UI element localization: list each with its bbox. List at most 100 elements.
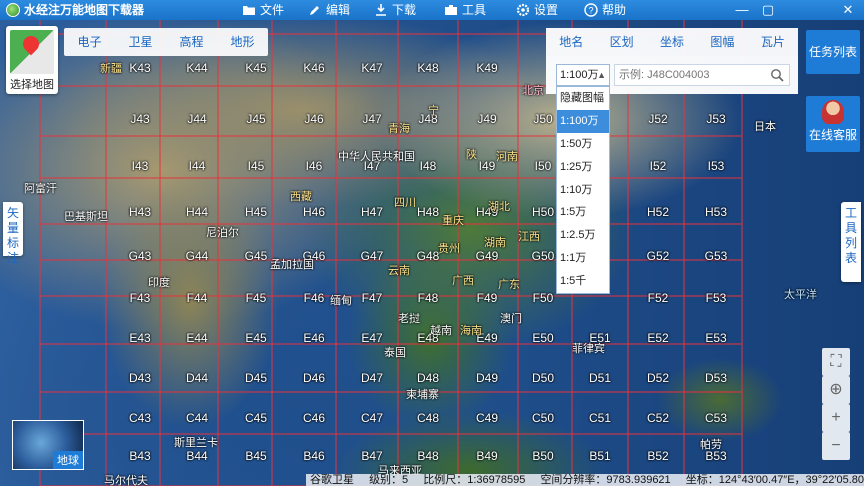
earth-view-button[interactable]: 地球 <box>12 420 84 470</box>
grid-cell-label[interactable]: G50 <box>532 249 555 263</box>
grid-cell-label[interactable]: C52 <box>647 411 669 425</box>
grid-cell-label[interactable]: J53 <box>706 112 725 126</box>
grid-cell-label[interactable]: K44 <box>186 61 207 75</box>
grid-cell-label[interactable]: B43 <box>129 449 150 463</box>
grid-cell-label[interactable]: J43 <box>130 112 149 126</box>
grid-cell-label[interactable]: C49 <box>476 411 498 425</box>
sheet-search-input[interactable] <box>615 65 765 85</box>
grid-cell-label[interactable]: D44 <box>186 371 208 385</box>
grid-cell-label[interactable]: I45 <box>248 159 265 173</box>
search-icon[interactable] <box>770 68 784 82</box>
grid-cell-label[interactable]: H53 <box>705 205 727 219</box>
grid-cell-label[interactable]: J44 <box>187 112 206 126</box>
scale-option-5k[interactable]: 1:5千 <box>557 270 609 293</box>
grid-cell-label[interactable]: D49 <box>476 371 498 385</box>
grid-cell-label[interactable]: B44 <box>186 449 207 463</box>
tab-tiles[interactable]: 瓦片 <box>748 28 798 56</box>
grid-cell-label[interactable]: B48 <box>417 449 438 463</box>
grid-cell-label[interactable]: C53 <box>705 411 727 425</box>
zoom-in-button[interactable]: + <box>822 404 850 432</box>
scale-option-50k[interactable]: 1:5万 <box>557 201 609 224</box>
scale-option-250k[interactable]: 1:25万 <box>557 156 609 179</box>
grid-cell-label[interactable]: C50 <box>532 411 554 425</box>
grid-cell-label[interactable]: C47 <box>361 411 383 425</box>
grid-cell-label[interactable]: I43 <box>132 159 149 173</box>
scale-option-hide[interactable]: 隐藏图幅 <box>557 87 609 110</box>
grid-cell-label[interactable]: H43 <box>129 205 151 219</box>
grid-cell-label[interactable]: E43 <box>129 331 150 345</box>
grid-cell-label[interactable]: J52 <box>648 112 667 126</box>
grid-cell-label[interactable]: B49 <box>476 449 497 463</box>
grid-cell-label[interactable]: I53 <box>708 159 725 173</box>
grid-cell-label[interactable]: E52 <box>647 331 668 345</box>
grid-cell-label[interactable]: F45 <box>246 291 267 305</box>
menu-edit[interactable]: 编辑 <box>308 0 350 20</box>
grid-cell-label[interactable]: K48 <box>417 61 438 75</box>
menu-tools[interactable]: 工具 <box>444 0 486 20</box>
grid-cell-label[interactable]: D46 <box>303 371 325 385</box>
grid-cell-label[interactable]: B46 <box>303 449 324 463</box>
grid-cell-label[interactable]: G53 <box>705 249 728 263</box>
maximize-button[interactable]: ▢ <box>756 0 780 20</box>
grid-cell-label[interactable]: F46 <box>304 291 325 305</box>
grid-cell-label[interactable]: J49 <box>477 112 496 126</box>
grid-cell-label[interactable]: C46 <box>303 411 325 425</box>
grid-cell-label[interactable]: E46 <box>303 331 324 345</box>
online-service-button[interactable]: 在线客服 <box>806 96 860 152</box>
tab-terrain[interactable]: 地形 <box>217 28 268 56</box>
grid-cell-label[interactable]: E47 <box>361 331 382 345</box>
vector-annotation-tab[interactable]: 矢量标注 <box>3 202 23 265</box>
locate-button[interactable]: ⊕ <box>822 376 850 404</box>
grid-cell-label[interactable]: G47 <box>361 249 384 263</box>
tab-division[interactable]: 区划 <box>596 28 646 56</box>
grid-cell-label[interactable]: C48 <box>417 411 439 425</box>
grid-cell-label[interactable]: I44 <box>189 159 206 173</box>
grid-cell-label[interactable]: B52 <box>647 449 668 463</box>
close-button[interactable]: ✕ <box>836 0 860 20</box>
grid-cell-label[interactable]: J47 <box>362 112 381 126</box>
grid-cell-label[interactable]: D52 <box>647 371 669 385</box>
grid-cell-label[interactable]: J45 <box>246 112 265 126</box>
grid-cell-label[interactable]: D43 <box>129 371 151 385</box>
grid-cell-label[interactable]: C44 <box>186 411 208 425</box>
grid-cell-label[interactable]: E45 <box>245 331 266 345</box>
grid-cell-label[interactable]: K49 <box>476 61 497 75</box>
grid-cell-label[interactable]: C45 <box>245 411 267 425</box>
grid-cell-label[interactable]: C51 <box>589 411 611 425</box>
grid-cell-label[interactable]: I49 <box>479 159 496 173</box>
grid-cell-label[interactable]: H48 <box>417 205 439 219</box>
tab-elevation[interactable]: 高程 <box>166 28 217 56</box>
scale-option-500k[interactable]: 1:50万 <box>557 133 609 156</box>
grid-cell-label[interactable]: B45 <box>245 449 266 463</box>
scale-option-100k[interactable]: 1:10万 <box>557 179 609 202</box>
task-list-button[interactable]: 任务列表 <box>806 30 860 74</box>
tab-coordinates[interactable]: 坐标 <box>647 28 697 56</box>
grid-cell-label[interactable]: H47 <box>361 205 383 219</box>
minimize-button[interactable]: — <box>730 0 754 20</box>
grid-cell-label[interactable]: H44 <box>186 205 208 219</box>
menu-settings[interactable]: 设置 <box>516 0 558 20</box>
tab-map-sheet[interactable]: 图幅 <box>697 28 747 56</box>
tab-electronic[interactable]: 电子 <box>64 28 115 56</box>
grid-cell-label[interactable]: E53 <box>705 331 726 345</box>
select-map-button[interactable]: 选择地图 <box>6 26 58 94</box>
grid-cell-label[interactable]: J50 <box>533 112 552 126</box>
grid-cell-label[interactable]: E50 <box>532 331 553 345</box>
grid-cell-label[interactable]: G43 <box>129 249 152 263</box>
grid-cell-label[interactable]: D48 <box>417 371 439 385</box>
grid-cell-label[interactable]: K46 <box>303 61 324 75</box>
grid-cell-label[interactable]: B47 <box>361 449 382 463</box>
fullscreen-button[interactable]: ⛶ <box>822 348 850 376</box>
scale-select[interactable]: 1:100万 ▲ <box>556 64 610 86</box>
grid-cell-label[interactable]: D51 <box>589 371 611 385</box>
grid-cell-label[interactable]: H50 <box>532 205 554 219</box>
grid-cell-label[interactable]: H45 <box>245 205 267 219</box>
grid-cell-label[interactable]: D53 <box>705 371 727 385</box>
grid-cell-label[interactable]: F50 <box>533 291 554 305</box>
tools-list-tab[interactable]: 工具列表 <box>841 202 861 282</box>
menu-file[interactable]: 文件 <box>242 0 284 20</box>
grid-cell-label[interactable]: F44 <box>187 291 208 305</box>
grid-cell-label[interactable]: G48 <box>417 249 440 263</box>
menu-help[interactable]: ? 帮助 <box>584 0 626 20</box>
grid-cell-label[interactable]: D45 <box>245 371 267 385</box>
